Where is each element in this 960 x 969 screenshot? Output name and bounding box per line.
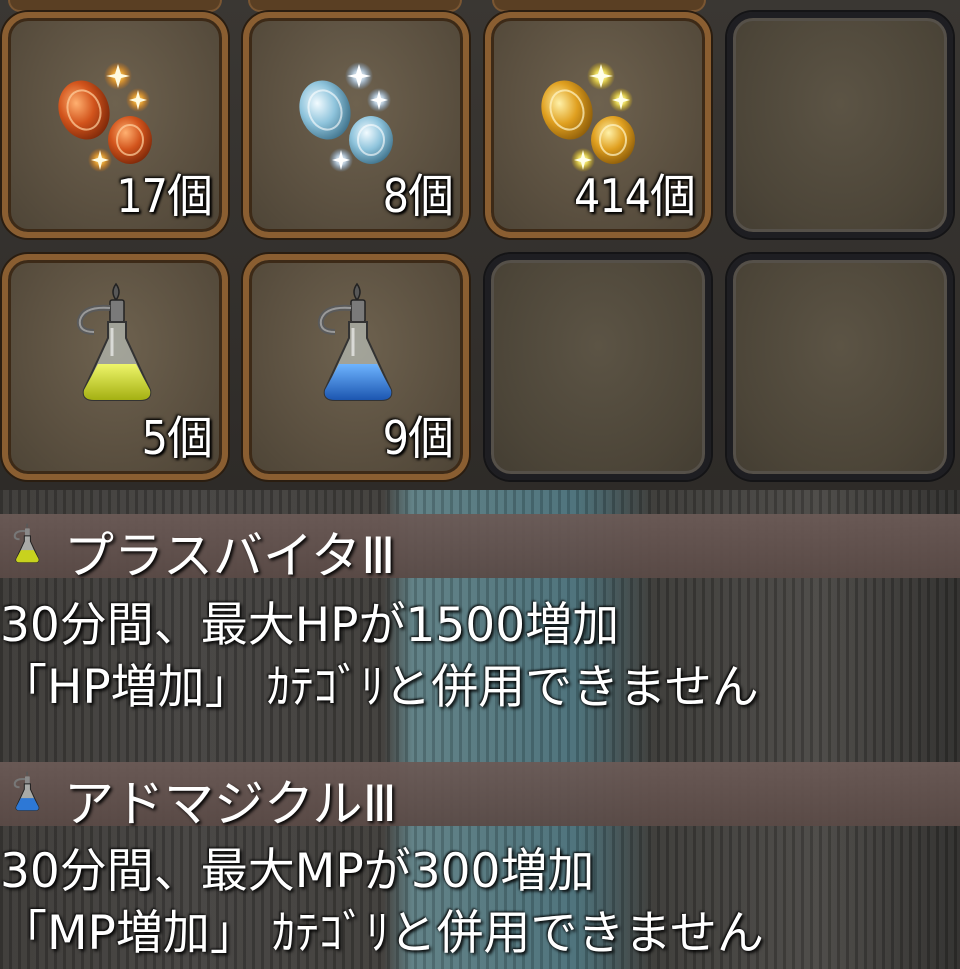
inventory-slot-gold-medals[interactable]: 414個: [485, 12, 711, 238]
item-count: 9個: [382, 411, 454, 465]
slot-frame-edge: [248, 0, 462, 12]
item-effect: 30分間、最大HPが1500増加: [0, 598, 620, 653]
inventory-slot-empty[interactable]: [485, 254, 711, 480]
inventory-slot-empty[interactable]: [727, 12, 953, 238]
inventory-slot-yellow-potion[interactable]: 5個: [2, 254, 228, 480]
item-count: 414個: [574, 169, 696, 223]
blue-potion-icon: [317, 282, 393, 401]
inventory-slot-empty[interactable]: [727, 254, 953, 480]
item-count: 8個: [382, 169, 454, 223]
inventory-slot-bronze-medals[interactable]: 17個: [2, 12, 228, 238]
item-count: 5個: [141, 411, 213, 465]
slot-frame-edge: [492, 0, 706, 12]
blue-potion-icon: [13, 770, 40, 811]
item-effect: 30分間、最大MPが300増加: [0, 844, 595, 899]
inventory-slot-blue-potion[interactable]: 9個: [243, 254, 469, 480]
item-name: アドマジクルⅢ: [64, 775, 397, 833]
item-name: プラスバイタⅢ: [64, 527, 396, 585]
yellow-potion-icon: [13, 522, 40, 563]
yellow-potion-icon: [76, 282, 152, 401]
slot-frame-edge: [8, 0, 222, 12]
item-restriction: 「MP増加」 ｶﾃｺﾞﾘと併用できません: [0, 906, 764, 961]
inventory-grid: 17個 8個 414個 5個 9個: [0, 0, 960, 490]
inventory-slot-silver-medals[interactable]: 8個: [243, 12, 469, 238]
item-count: 17個: [116, 169, 213, 223]
item-restriction: 「HP増加」 ｶﾃｺﾞﾘと併用できません: [0, 660, 759, 715]
